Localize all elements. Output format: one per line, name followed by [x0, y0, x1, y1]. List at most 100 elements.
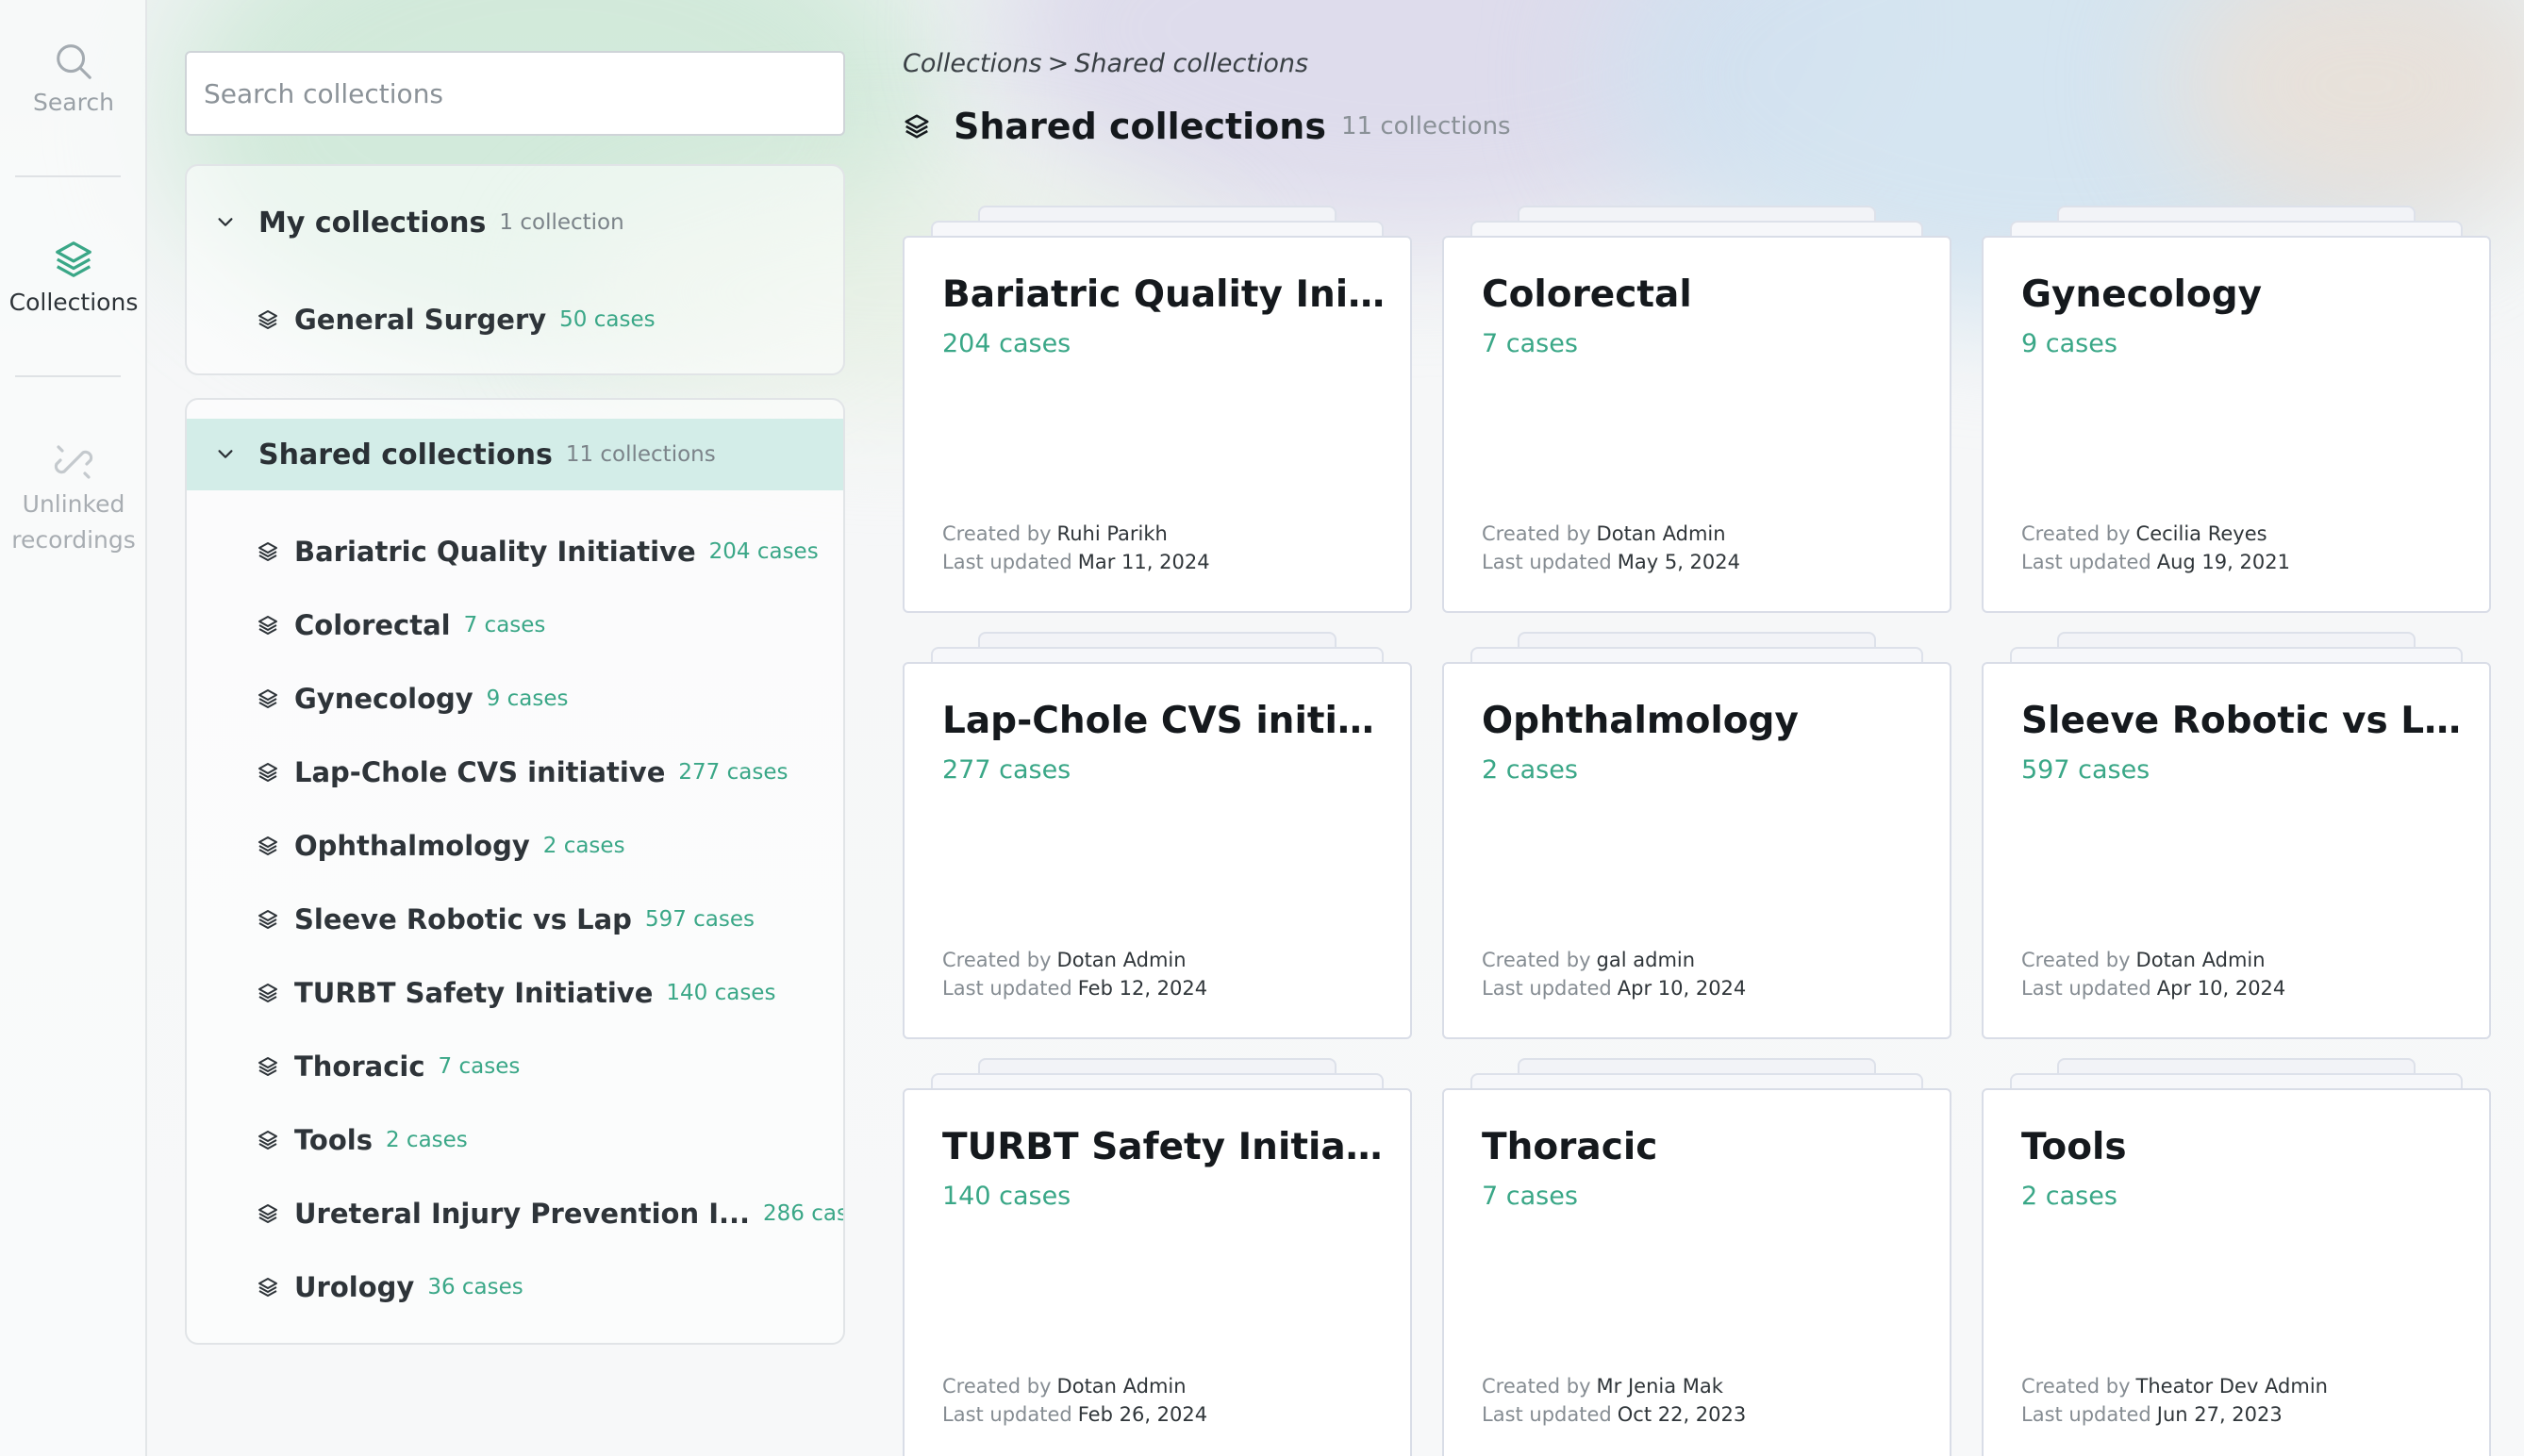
last-updated-label: Last updated	[1482, 977, 1612, 1000]
card-title: Lap-Chole CVS initiative	[942, 700, 1386, 742]
collection-item-cases: 597 cases	[644, 907, 756, 932]
card-title: Sleeve Robotic vs Lap	[2021, 700, 2465, 742]
page-collection-count: 11 collections	[1340, 112, 1511, 141]
shared-collections-title: Shared collections	[258, 438, 553, 472]
page-title: Shared collections	[954, 106, 1326, 147]
collection-item-turbt[interactable]: TURBT Safety Initiative 140 cases	[257, 969, 775, 1017]
collection-item-name: Tools	[294, 1124, 373, 1156]
collection-item-name: Bariatric Quality Initiative	[294, 536, 696, 568]
card-cases: 204 cases	[942, 329, 1071, 358]
last-updated-label: Last updated	[2021, 977, 2151, 1000]
created-by-value: Dotan Admin	[1056, 949, 1187, 971]
last-updated-value: Mar 11, 2024	[1077, 551, 1210, 573]
last-updated-value: Jun 27, 2023	[2156, 1403, 2283, 1426]
collection-card[interactable]: Sleeve Robotic vs Lap 597 cases Created …	[1982, 632, 2491, 1039]
collection-item-tools[interactable]: Tools 2 cases	[257, 1117, 468, 1164]
search-collections-input[interactable]	[185, 51, 845, 136]
card-title: TURBT Safety Initiative	[942, 1126, 1386, 1168]
last-updated-label: Last updated	[942, 977, 1072, 1000]
card-last-updated: Last updated Jun 27, 2023	[2021, 1403, 2283, 1426]
last-updated-value: Aug 19, 2021	[2156, 551, 2290, 573]
my-collections-panel: My collections 1 collection General Surg…	[185, 164, 845, 375]
collection-item-name: General Surgery	[294, 304, 547, 336]
card-last-updated: Last updated Feb 26, 2024	[942, 1403, 1207, 1426]
card-face: Ophthalmology 2 cases Created by gal admi…	[1442, 662, 1951, 1039]
collection-card[interactable]: TURBT Safety Initiative 140 cases Create…	[903, 1058, 1412, 1456]
breadcrumb-root-link[interactable]: Collections	[903, 49, 1042, 78]
card-title: Gynecology	[2021, 273, 2263, 316]
card-created-by: Created by Cecilia Reyes	[2021, 522, 2267, 545]
last-updated-value: May 5, 2024	[1617, 551, 1740, 573]
stack-icon	[258, 910, 277, 929]
breadcrumb-separator: >	[1047, 49, 1070, 78]
card-cases: 7 cases	[1482, 329, 1578, 358]
collection-item-ureteral[interactable]: Ureteral Injury Prevention I... 286 case…	[257, 1190, 843, 1237]
card-title: Thoracic	[1482, 1126, 1658, 1168]
stack-icon	[258, 1278, 277, 1297]
collection-card[interactable]: Thoracic 7 cases Created by Mr Jenia Mak …	[1442, 1058, 1951, 1456]
stack-icon	[258, 836, 277, 855]
created-by-label: Created by	[1482, 949, 1591, 971]
card-title: Bariatric Quality Initiat...	[942, 273, 1386, 316]
page-header: Shared collections 11 collections	[903, 106, 1511, 147]
unlink-icon	[54, 445, 93, 479]
nav-rail: Search Collections Unlinked recordings	[0, 0, 147, 1456]
shared-collections-header[interactable]: Shared collections 11 collections	[187, 419, 843, 490]
rail-search[interactable]: Search	[0, 40, 147, 119]
card-cases: 2 cases	[1482, 755, 1578, 785]
card-last-updated: Last updated Feb 12, 2024	[942, 977, 1207, 1000]
collection-item-cases: 2 cases	[385, 1128, 468, 1152]
created-by-label: Created by	[2021, 1375, 2131, 1398]
collection-item-gynecology[interactable]: Gynecology 9 cases	[257, 675, 568, 722]
last-updated-label: Last updated	[1482, 1403, 1612, 1426]
last-updated-label: Last updated	[942, 551, 1072, 573]
collection-item-name: Ophthalmology	[294, 830, 530, 862]
card-last-updated: Last updated May 5, 2024	[1482, 551, 1740, 573]
collection-item-cases: 2 cases	[542, 834, 625, 858]
collection-item-bariatric[interactable]: Bariatric Quality Initiative 204 cases	[257, 528, 819, 575]
card-created-by: Created by Dotan Admin	[942, 1375, 1187, 1398]
collection-item-general-surgery[interactable]: General Surgery 50 cases	[257, 296, 656, 343]
collection-item-thoracic[interactable]: Thoracic 7 cases	[257, 1043, 520, 1090]
created-by-label: Created by	[1482, 1375, 1591, 1398]
collection-item-name: Sleeve Robotic vs Lap	[294, 903, 632, 935]
last-updated-label: Last updated	[2021, 551, 2151, 573]
card-created-by: Created by gal admin	[1482, 949, 1695, 971]
created-by-label: Created by	[942, 522, 1052, 545]
rail-collections[interactable]: Collections	[0, 238, 147, 319]
collection-item-urology[interactable]: Urology 36 cases	[257, 1264, 523, 1311]
last-updated-value: Oct 22, 2023	[1617, 1403, 1747, 1426]
breadcrumb-current: Shared collections	[1074, 49, 1309, 78]
card-face: Gynecology 9 cases Created by Cecilia Rey…	[1982, 236, 2491, 613]
stack-icon	[258, 1131, 277, 1150]
collection-item-ophthalmology[interactable]: Ophthalmology 2 cases	[257, 822, 625, 869]
collection-card[interactable]: Gynecology 9 cases Created by Cecilia Rey…	[1982, 206, 2491, 613]
collection-card[interactable]: Bariatric Quality Initiat... 204 cases C…	[903, 206, 1412, 613]
collection-item-cases: 7 cases	[438, 1054, 521, 1079]
collection-item-name: Gynecology	[294, 683, 473, 715]
collection-item-colorectal[interactable]: Colorectal 7 cases	[257, 602, 545, 649]
collection-item-cases: 36 cases	[427, 1275, 523, 1299]
card-created-by: Created by Ruhi Parikh	[942, 522, 1168, 545]
card-created-by: Created by Dotan Admin	[1482, 522, 1726, 545]
collection-item-cases: 286 cases	[763, 1201, 843, 1226]
collection-card[interactable]: Tools 2 cases Created by Theator Dev Admi…	[1982, 1058, 2491, 1456]
my-collections-count: 1 collection	[499, 210, 624, 235]
card-last-updated: Last updated Oct 22, 2023	[1482, 1403, 1746, 1426]
rail-unlinked-recordings[interactable]: Unlinked recordings	[0, 439, 147, 556]
collection-item-sleeve-robotic[interactable]: Sleeve Robotic vs Lap 597 cases	[257, 896, 755, 943]
collection-item-cases: 50 cases	[559, 307, 656, 332]
collection-card[interactable]: Ophthalmology 2 cases Created by gal admi…	[1442, 632, 1951, 1039]
collection-card[interactable]: Colorectal 7 cases Created by Dotan Admin…	[1442, 206, 1951, 613]
collection-item-lap-chole[interactable]: Lap-Chole CVS initiative 277 cases	[257, 749, 788, 796]
last-updated-value: Apr 10, 2024	[2156, 977, 2286, 1000]
my-collections-header[interactable]: My collections 1 collection	[187, 187, 843, 258]
rail-divider	[15, 175, 121, 177]
stack-icon	[258, 1204, 277, 1223]
collection-card[interactable]: Lap-Chole CVS initiative 277 cases Creat…	[903, 632, 1412, 1039]
card-last-updated: Last updated Apr 10, 2024	[2021, 977, 2285, 1000]
card-face: Colorectal 7 cases Created by Dotan Admin…	[1442, 236, 1951, 613]
collection-item-name: Thoracic	[294, 1051, 425, 1083]
created-by-label: Created by	[942, 1375, 1052, 1398]
card-title: Colorectal	[1482, 273, 1692, 316]
